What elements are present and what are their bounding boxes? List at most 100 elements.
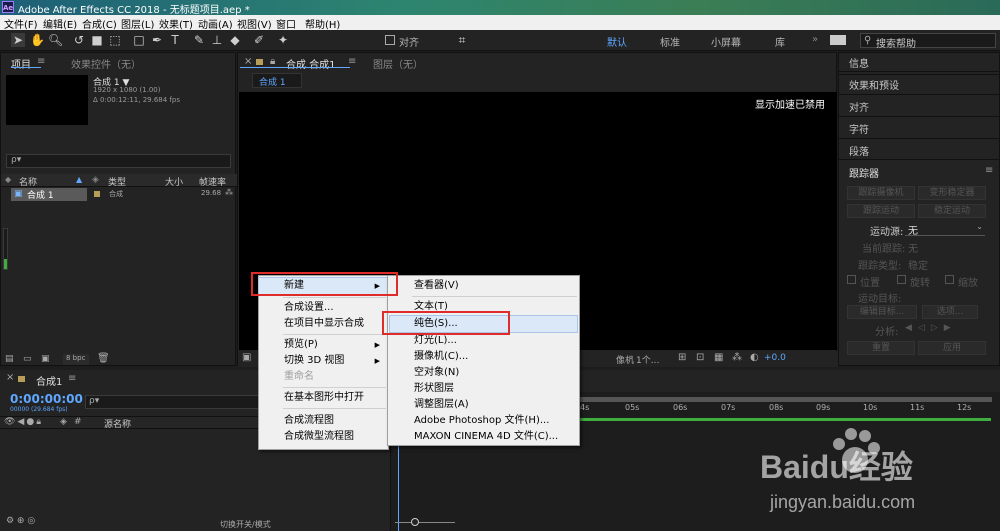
av-switch-icons[interactable]: 👁︎◀●🔒︎ (4, 417, 43, 427)
track-type-value[interactable]: 稳定 (908, 257, 928, 272)
menu-animation[interactable]: 动画(A) (198, 16, 233, 31)
panel-align[interactable]: 对齐 (849, 99, 869, 114)
pen-tool-icon[interactable]: ✒ (150, 33, 164, 47)
tab-layer[interactable]: 图层（无） (373, 56, 423, 71)
tab-project[interactable]: 项目 (11, 56, 31, 71)
submenu-item-light[interactable]: 灯光(L)... (388, 333, 579, 349)
toggle-switches-modes[interactable]: 切换开关/模式 (220, 519, 271, 530)
puppet-pin-tool-icon[interactable]: ✦ (276, 33, 290, 47)
panel-menu-icon[interactable]: ≡ (37, 56, 45, 67)
current-track-value[interactable]: 无 (908, 240, 918, 255)
eraser-tool-icon[interactable]: ◆ (228, 33, 242, 47)
menu-help[interactable]: 帮助(H) (305, 16, 340, 31)
position-checkbox[interactable] (847, 275, 856, 284)
track-camera-button[interactable]: 跟踪摄像机 (847, 186, 915, 200)
pan-behind-tool-icon[interactable]: ⬚ (108, 33, 122, 47)
timeline-close-icon[interactable]: × (6, 372, 14, 383)
exposure-value[interactable]: +0.0 (764, 353, 786, 363)
menu-item-rename[interactable]: 重命名 (259, 369, 388, 385)
panel-info[interactable]: 信息 (849, 55, 869, 70)
sort-asc-icon[interactable]: ▲ (76, 175, 82, 184)
text-tool-icon[interactable]: T (168, 33, 182, 47)
menu-item-comp-mini-flowchart[interactable]: 合成微型流程图 (259, 429, 388, 445)
options-button[interactable]: 选项... (922, 305, 978, 319)
snapshot-icon[interactable]: ▣ (242, 352, 251, 363)
hand-tool-icon[interactable]: ✋ (30, 33, 45, 47)
comp-breadcrumb[interactable]: 合成 1 (252, 73, 302, 88)
camera-tool-icon[interactable]: ■ (90, 33, 104, 47)
menu-edit[interactable]: 编辑(E) (43, 16, 77, 31)
workspace-default[interactable]: 默认 (607, 34, 627, 49)
timecode-display[interactable]: 0:00:00:00 (10, 392, 83, 406)
column-framerate[interactable]: 帧速率 (199, 175, 226, 188)
rectangle-tool-icon[interactable]: □ (132, 33, 146, 47)
column-name[interactable]: 名称 (19, 175, 37, 188)
align-checkbox[interactable] (385, 35, 395, 45)
clone-stamp-tool-icon[interactable]: ⊥ (210, 33, 224, 47)
keyboard-icon[interactable] (830, 35, 846, 45)
new-comp-icon[interactable]: ▣ (41, 354, 50, 364)
project-row-comp1[interactable]: ▣ 合成 1 合成 29.68 ⁂ (1, 188, 237, 201)
flowchart-icon[interactable]: ⁂ (732, 352, 742, 363)
stabilize-motion-button[interactable]: 稳定运动 (918, 204, 986, 218)
tab-composition[interactable]: 合成 合成1 (286, 56, 336, 71)
snap-icon[interactable]: ⌗ (455, 33, 469, 47)
rotation-checkbox[interactable] (897, 275, 906, 284)
submenu-item-viewer[interactable]: 查看器(V) (388, 278, 579, 294)
motion-source-select[interactable]: 无 ⌄ (905, 222, 985, 237)
grid-icon[interactable]: ⊞ (678, 352, 686, 363)
reset-button[interactable]: 重置 (847, 341, 915, 355)
scale-checkbox[interactable] (945, 275, 954, 284)
menu-item-open-in-essential-graphics[interactable]: 在基本图形中打开 (259, 390, 388, 406)
panel-tracker[interactable]: 跟踪器 (849, 165, 879, 180)
rotate-tool-icon[interactable]: ↺ (72, 33, 86, 47)
column-source-name[interactable]: 源名称 (104, 417, 131, 430)
menu-item-comp-settings[interactable]: 合成设置... (259, 300, 388, 316)
interpret-footage-icon[interactable]: ▤ (5, 354, 14, 364)
analyze-controls[interactable]: ◀◁▷▶ (905, 323, 957, 333)
selection-tool-icon[interactable]: ➤ (11, 33, 25, 47)
submenu-item-photoshop-file[interactable]: Adobe Photoshop 文件(H)... (388, 413, 579, 429)
workspace-small-screen[interactable]: 小屏幕 (711, 34, 741, 49)
views-dropdown[interactable]: 1个... (636, 353, 659, 366)
menu-item-switch-3d-view[interactable]: 切换 3D 视图 ▶ (259, 353, 388, 369)
menu-item-preview[interactable]: 预览(P) ▶ (259, 337, 388, 353)
close-icon[interactable]: × (244, 56, 252, 67)
menu-layer[interactable]: 图层(L) (121, 16, 154, 31)
timeline-footer-icons[interactable]: ⚙ ⊕ ◎ (6, 516, 35, 526)
roto-brush-tool-icon[interactable]: ✐ (252, 33, 266, 47)
zoom-slider[interactable] (395, 518, 455, 526)
project-search-input[interactable]: ρ▾ (6, 154, 231, 168)
menu-effect[interactable]: 效果(T) (159, 16, 193, 31)
track-motion-button[interactable]: 跟踪运动 (847, 204, 915, 218)
trash-icon[interactable]: 🗑︎ (97, 353, 110, 364)
workspace-overflow-icon[interactable]: » (812, 34, 818, 45)
panel-character[interactable]: 字符 (849, 121, 869, 136)
menu-file[interactable]: 文件(F) (4, 16, 38, 31)
new-folder-icon[interactable]: ▭ (23, 354, 32, 364)
apply-button[interactable]: 应用 (918, 341, 986, 355)
tracker-menu-icon[interactable]: ≡ (985, 165, 993, 176)
column-size[interactable]: 大小 (165, 175, 183, 188)
label-column-icon[interactable]: ◆ (5, 175, 11, 184)
reset-exposure-icon[interactable]: ◐ (750, 352, 759, 363)
lock-icon[interactable]: 🔒︎ (270, 56, 275, 67)
submenu-item-cinema4d-file[interactable]: MAXON CINEMA 4D 文件(C)... (388, 429, 579, 445)
submenu-item-camera[interactable]: 摄像机(C)... (388, 349, 579, 365)
search-help-input[interactable]: ⚲ 搜索帮助 (860, 33, 996, 50)
workspace-libraries[interactable]: 库 (775, 34, 785, 49)
submenu-item-shape-layer[interactable]: 形状图层 (388, 381, 579, 397)
brush-tool-icon[interactable]: ✎ (192, 33, 206, 47)
region-icon[interactable]: ⊡ (696, 352, 704, 363)
menu-view[interactable]: 视图(V) (237, 16, 272, 31)
transparency-icon[interactable]: ▦ (714, 352, 723, 363)
edit-target-button[interactable]: 编辑目标... (847, 305, 917, 319)
menu-window[interactable]: 窗口 (276, 16, 296, 31)
tab-effect-controls[interactable]: 效果控件（无） (71, 56, 141, 71)
warp-stabilizer-button[interactable]: 变形稳定器 (918, 186, 986, 200)
submenu-item-adjustment-layer[interactable]: 调整图层(A) (388, 397, 579, 413)
menu-item-comp-flowchart[interactable]: 合成流程图 (259, 413, 388, 429)
timeline-menu-icon[interactable]: ≡ (68, 373, 76, 384)
menu-composition[interactable]: 合成(C) (82, 16, 117, 31)
comp-panel-menu-icon[interactable]: ≡ (348, 56, 356, 67)
